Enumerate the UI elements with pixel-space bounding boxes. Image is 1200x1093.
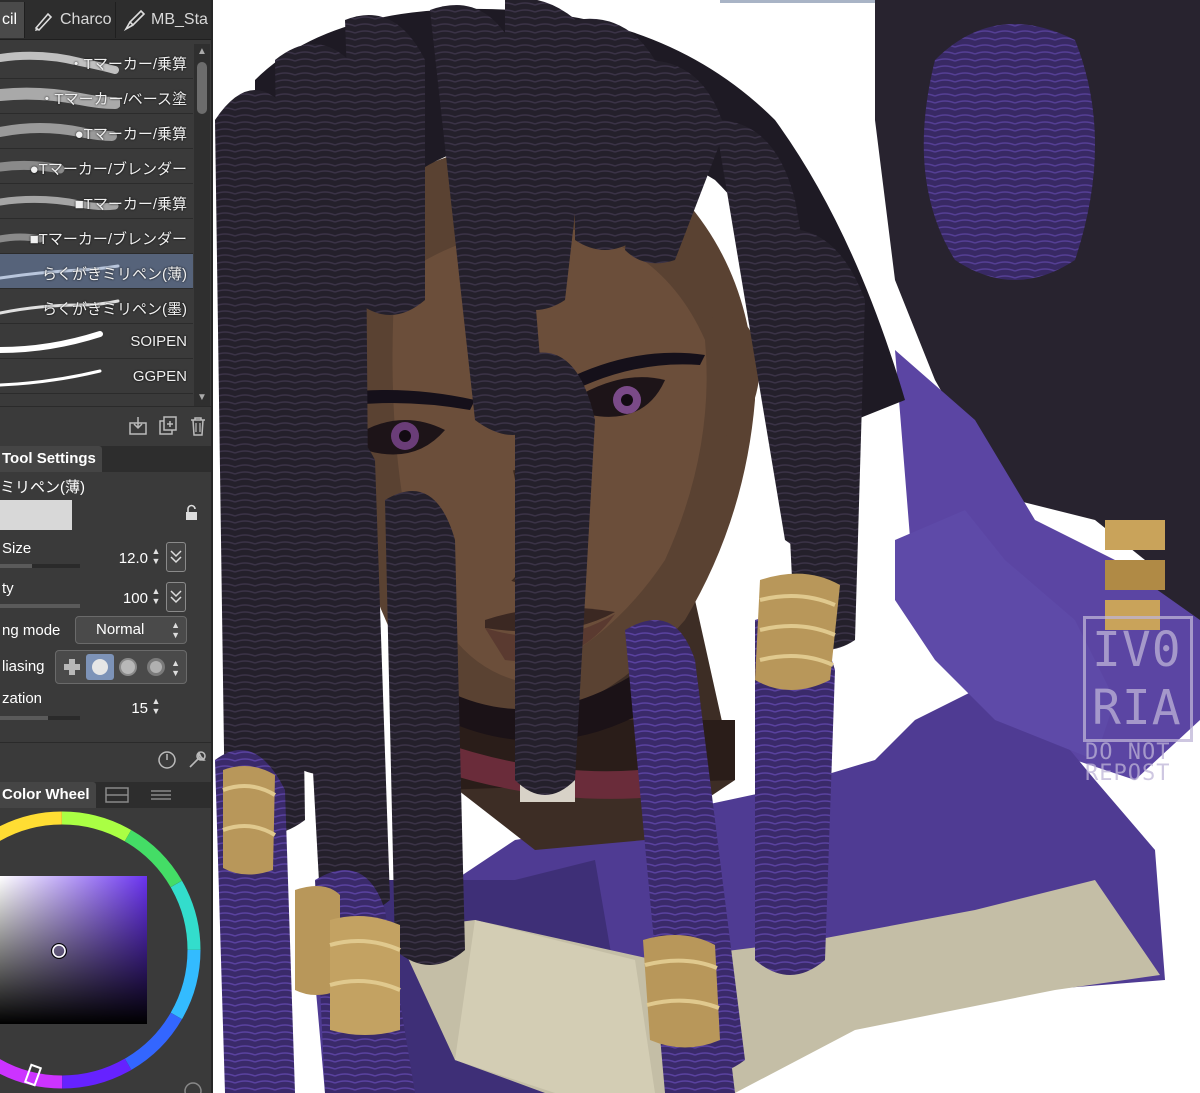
- opacity-dynamics-button[interactable]: [166, 582, 186, 612]
- brush-label: GGPEN: [132, 368, 187, 385]
- scroll-up-icon[interactable]: ▲: [194, 44, 210, 60]
- brush-label: ■Tマーカー/乗算: [74, 196, 187, 213]
- brush-list: ・Tマーカー/乗算 ・Tマーカー/ベース塗 ●Tマーカー/乗算 ●Tマーカー/ブ…: [0, 44, 193, 404]
- lock-icon[interactable]: [182, 504, 200, 522]
- duplicate-icon[interactable]: [157, 415, 179, 437]
- antialiasing-options: ▲ ▼: [55, 650, 187, 684]
- import-icon[interactable]: [127, 415, 149, 437]
- brush-label: ■Tマーカー/ブレンダー: [29, 231, 187, 248]
- antialias-strong-icon[interactable]: [142, 654, 170, 680]
- tab-charcoal[interactable]: Charco: [26, 2, 116, 38]
- blending-mode-select[interactable]: Normal ▲ ▼: [75, 616, 187, 644]
- chevron-down-icon: [170, 590, 182, 604]
- tab-label-charcoal: Charco: [60, 11, 112, 28]
- brush-tab-bar: cil Charco MB_Sta: [0, 0, 211, 40]
- brush-item[interactable]: ・Tマーカー/ベース塗: [0, 79, 193, 114]
- charcoal-icon: [34, 12, 53, 32]
- watermark-line-1: IV0: [1092, 622, 1182, 678]
- left-panel: cil Charco MB_Sta ・Tマーカー/乗算 ・Tマーカー/ベース塗 …: [0, 0, 213, 1093]
- brush-item[interactable]: SOIPEN: [0, 324, 193, 359]
- brush-label: ・Tマーカー/乗算: [68, 56, 187, 73]
- opacity-stepper-icon[interactable]: ▲ ▼: [150, 586, 162, 608]
- brush-item[interactable]: ●Tマーカー/乗算: [0, 114, 193, 149]
- opacity-value[interactable]: 100: [123, 590, 148, 607]
- size-dynamics-button[interactable]: [166, 542, 186, 572]
- brush-item[interactable]: ■Tマーカー/ブレンダー: [0, 219, 193, 254]
- opacity-setting[interactable]: ty 100 ▲ ▼: [0, 576, 190, 614]
- watermark-line-2: RIA: [1092, 680, 1182, 736]
- chevron-down-icon: [170, 550, 182, 564]
- antialiasing-label: liasing: [2, 658, 45, 675]
- watermark: IV0 RIA DO NOT REPOST: [1083, 616, 1199, 786]
- brush-item-selected[interactable]: らくがきミリペン(薄): [0, 254, 193, 289]
- brush-size-setting[interactable]: Size 12.0 ▲ ▼: [0, 536, 190, 574]
- brush-size-slider[interactable]: [0, 564, 80, 568]
- brush-item[interactable]: ■Tマーカー/乗算: [0, 184, 193, 219]
- opacity-label: ty: [2, 580, 14, 597]
- reset-dial-icon[interactable]: [156, 749, 178, 771]
- stabilization-slider[interactable]: [0, 716, 80, 720]
- antialias-none-icon[interactable]: [58, 654, 86, 680]
- stabilization-stepper-icon[interactable]: ▲ ▼: [150, 696, 162, 718]
- brush-label: らくがきミリペン(墨): [42, 301, 187, 318]
- brush-size-stepper-icon[interactable]: ▲ ▼: [150, 546, 162, 568]
- drawing-canvas[interactable]: IV0 RIA DO NOT REPOST: [215, 0, 1200, 1093]
- artwork: [215, 0, 1200, 1093]
- stabilization-value[interactable]: 15: [131, 700, 148, 717]
- brush-stroke-preview: [0, 369, 102, 387]
- brush-list-actions: [0, 406, 211, 442]
- brush-stroke-preview: [0, 331, 103, 353]
- color-panel-header: Color Wheel: [0, 782, 211, 808]
- brush-label: ●Tマーカー/乗算: [74, 126, 187, 143]
- tool-settings-header: Tool Settings: [0, 446, 211, 472]
- stabilization-setting[interactable]: zation 15 ▲ ▼: [0, 688, 190, 726]
- select-arrow-icon: ▲ ▼: [171, 620, 180, 640]
- tool-settings-footer: [0, 742, 211, 776]
- brush-label: SOIPEN: [130, 333, 187, 350]
- tab-label-mb-sta: MB_Sta: [151, 11, 208, 28]
- antialias-medium-icon[interactable]: [114, 654, 142, 680]
- brush-item[interactable]: ・Tマーカー/乗算: [0, 44, 193, 79]
- tab-pencil[interactable]: cil: [0, 2, 25, 38]
- brush-list-scrollbar[interactable]: ▲ ▼: [194, 44, 210, 406]
- color-wheel-panel: [0, 808, 213, 1093]
- wrench-icon[interactable]: [186, 749, 208, 771]
- watermark-line-3: DO NOT: [1085, 740, 1171, 765]
- color-slider-tab-icon[interactable]: [104, 786, 130, 804]
- brush-label: ●Tマーカー/ブレンダー: [29, 161, 187, 178]
- antialias-weak-icon[interactable]: [86, 654, 114, 680]
- trash-icon[interactable]: [187, 415, 209, 437]
- blending-mode-value: Normal: [96, 621, 145, 638]
- brush-item[interactable]: GGPEN: [0, 359, 193, 394]
- scroll-down-icon[interactable]: ▼: [194, 390, 210, 406]
- color-set-tab-icon[interactable]: [148, 786, 174, 804]
- brush-item[interactable]: らくがきミリペン(墨): [0, 289, 193, 324]
- brush-size-value[interactable]: 12.0: [119, 550, 148, 567]
- stabilization-label: zation: [2, 690, 43, 707]
- brush-label: らくがきミリペン(薄): [42, 266, 187, 283]
- tab-tool-settings[interactable]: Tool Settings: [0, 446, 102, 472]
- tab-label-pencil: cil: [2, 11, 18, 28]
- settings-dial-icon[interactable]: [184, 1082, 202, 1093]
- opacity-slider[interactable]: [0, 604, 80, 608]
- color-wheel[interactable]: [0, 808, 213, 1093]
- tab-mb-sta[interactable]: MB_Sta: [117, 2, 211, 38]
- brush-label: ・Tマーカー/ベース塗: [39, 91, 187, 108]
- tool-name: ミリペン(薄): [0, 479, 85, 496]
- watermark-line-4: REPOST: [1085, 761, 1171, 786]
- select-arrow-icon[interactable]: ▲ ▼: [171, 658, 180, 678]
- scroll-thumb[interactable]: [197, 62, 207, 114]
- brush-item[interactable]: ●Tマーカー/ブレンダー: [0, 149, 193, 184]
- blending-mode-label: ng mode: [2, 622, 61, 639]
- brush-size-label: Size: [2, 540, 32, 557]
- tab-color-wheel[interactable]: Color Wheel: [0, 782, 96, 808]
- saturation-value-square[interactable]: [0, 876, 147, 1024]
- brush-icon: [123, 9, 146, 32]
- brush-preview: [0, 500, 72, 530]
